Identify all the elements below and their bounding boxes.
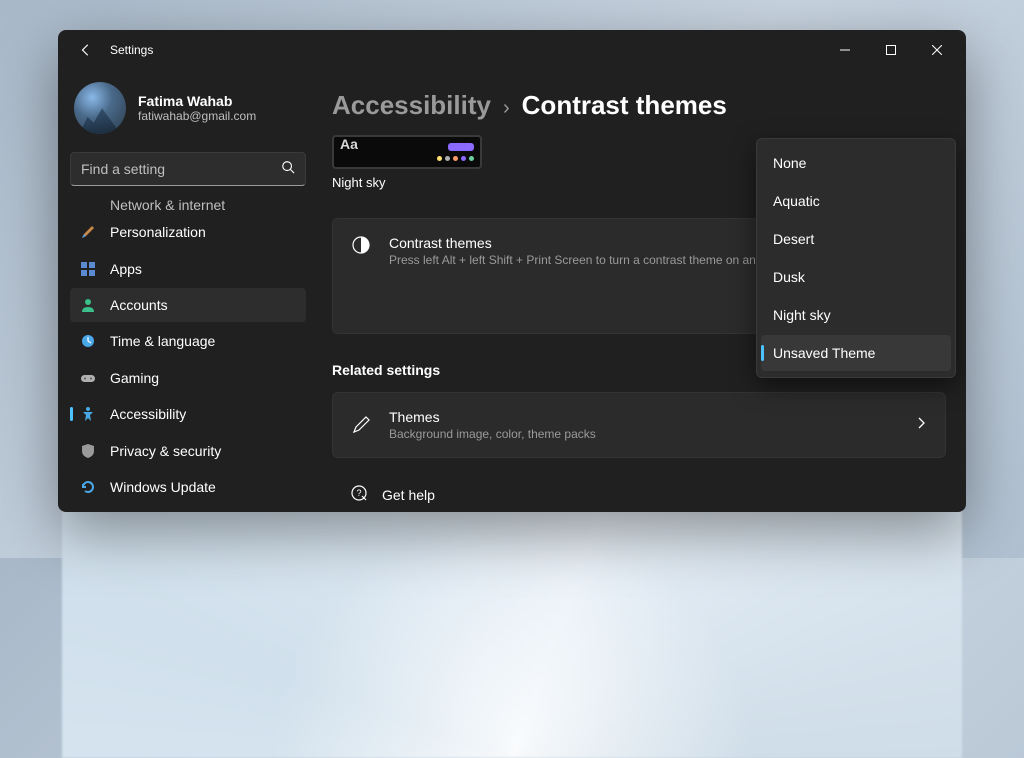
contrast-icon xyxy=(351,235,371,255)
themes-link-card[interactable]: Themes Background image, color, theme pa… xyxy=(332,392,946,458)
gamepad-icon xyxy=(80,370,96,386)
chevron-right-icon: › xyxy=(503,97,510,120)
sidebar-item-label: Time & language xyxy=(110,333,215,349)
paintbrush-icon xyxy=(80,224,96,240)
sidebar-item-apps[interactable]: Apps xyxy=(70,252,306,286)
sidebar-item-privacy[interactable]: Privacy & security xyxy=(70,433,306,467)
sidebar-item-label: Windows Update xyxy=(110,479,216,495)
window-title: Settings xyxy=(110,43,153,57)
sidebar-item-label: Gaming xyxy=(110,370,159,386)
sidebar-item-partial[interactable]: Network & internet xyxy=(70,196,306,213)
search-box[interactable] xyxy=(70,152,306,186)
titlebar: Settings xyxy=(58,30,966,70)
content-pane: Accessibility › Contrast themes Aa xyxy=(318,70,966,512)
sidebar-item-personalization[interactable]: Personalization xyxy=(70,215,306,249)
sidebar-item-label: Privacy & security xyxy=(110,443,221,459)
breadcrumb: Accessibility › Contrast themes xyxy=(332,70,946,135)
dropdown-item-night-sky[interactable]: Night sky xyxy=(761,297,951,333)
chevron-right-icon xyxy=(915,416,927,434)
preview-accent-pill xyxy=(448,143,474,151)
help-icon: ? xyxy=(350,484,368,505)
theme-preview-frame: Aa xyxy=(332,135,482,169)
close-icon xyxy=(932,45,942,55)
profile-name: Fatima Wahab xyxy=(138,93,256,109)
settings-window: Settings Fatima Wahab fatiwahab@gmail.co… xyxy=(58,30,966,512)
sidebar-item-accounts[interactable]: Accounts xyxy=(70,288,306,322)
sidebar-item-label: Personalization xyxy=(110,224,206,240)
dropdown-item-unsaved-theme[interactable]: Unsaved Theme xyxy=(761,335,951,371)
search-input[interactable] xyxy=(81,161,281,177)
maximize-button[interactable] xyxy=(868,34,914,66)
sidebar-item-accessibility[interactable]: Accessibility xyxy=(70,397,306,431)
maximize-icon xyxy=(886,45,896,55)
svg-text:?: ? xyxy=(356,488,361,498)
minimize-icon xyxy=(840,45,850,55)
globe-clock-icon xyxy=(80,333,96,349)
arrow-left-icon xyxy=(79,43,93,57)
dropdown-item-desert[interactable]: Desert xyxy=(761,221,951,257)
breadcrumb-parent[interactable]: Accessibility xyxy=(332,90,491,121)
minimize-button[interactable] xyxy=(822,34,868,66)
themes-link-desc: Background image, color, theme packs xyxy=(389,427,897,441)
sidebar-item-label: Accessibility xyxy=(110,406,186,422)
sidebar-item-gaming[interactable]: Gaming xyxy=(70,361,306,395)
shield-icon xyxy=(80,443,96,459)
dropdown-item-dusk[interactable]: Dusk xyxy=(761,259,951,295)
theme-preview-tile[interactable]: Aa Night sky xyxy=(332,135,482,190)
themes-link-title: Themes xyxy=(389,409,897,425)
sidebar-item-time-language[interactable]: Time & language xyxy=(70,324,306,358)
sidebar-item-label: Apps xyxy=(110,261,142,277)
apps-icon xyxy=(80,261,96,277)
sidebar: Fatima Wahab fatiwahab@gmail.com Network… xyxy=(58,70,318,512)
dropdown-item-aquatic[interactable]: Aquatic xyxy=(761,183,951,219)
paintbrush-icon xyxy=(351,415,371,435)
close-button[interactable] xyxy=(914,34,960,66)
person-icon xyxy=(80,297,96,313)
avatar xyxy=(74,82,126,134)
update-icon xyxy=(80,479,96,495)
dropdown-item-none[interactable]: None xyxy=(761,145,951,181)
back-button[interactable] xyxy=(72,36,100,64)
breadcrumb-current: Contrast themes xyxy=(522,90,727,121)
nav-list: Network & internet Personalization Apps … xyxy=(66,196,310,504)
search-icon xyxy=(281,160,295,179)
theme-dropdown[interactable]: None Aquatic Desert Dusk Night sky Unsav… xyxy=(756,138,956,378)
theme-preview-label: Night sky xyxy=(332,175,482,190)
preview-color-dots xyxy=(437,156,474,161)
sidebar-item-update[interactable]: Windows Update xyxy=(70,470,306,504)
get-help-link[interactable]: ? Get help xyxy=(332,468,946,505)
profile-block[interactable]: Fatima Wahab fatiwahab@gmail.com xyxy=(66,70,310,152)
sidebar-item-label: Accounts xyxy=(110,297,168,313)
window-controls xyxy=(822,34,960,66)
profile-email: fatiwahab@gmail.com xyxy=(138,109,256,123)
accessibility-icon xyxy=(80,406,96,422)
preview-sample-text: Aa xyxy=(340,136,358,152)
get-help-label: Get help xyxy=(382,487,435,503)
